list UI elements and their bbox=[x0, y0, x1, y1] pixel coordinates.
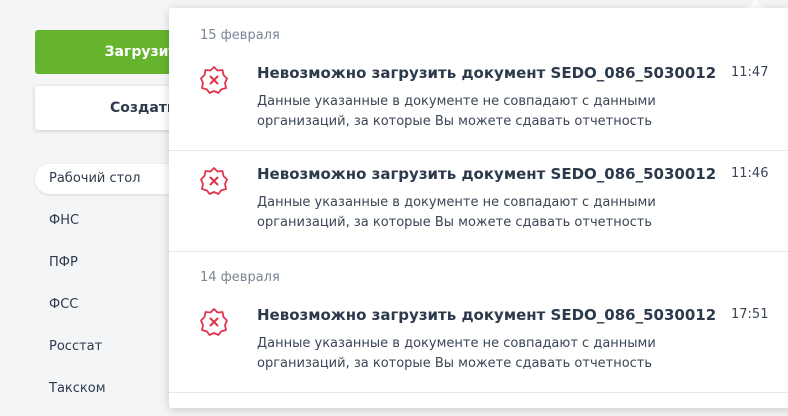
notification-description: Данные указанные в документе не совпадаю… bbox=[257, 94, 656, 129]
error-icon bbox=[200, 308, 228, 336]
date-header: 14 февраля bbox=[200, 270, 280, 285]
notification-title: Невозможно загрузить документ SEDO_086_5… bbox=[257, 306, 717, 324]
notification-description: Данные указанные в документе не совпадаю… bbox=[257, 336, 656, 371]
notification-description: Данные указанные в документе не совпадаю… bbox=[257, 195, 656, 230]
error-icon bbox=[200, 167, 228, 195]
notification-item[interactable]: Невозможно загрузить документ SEDO_086_5… bbox=[169, 50, 788, 151]
notification-title: Невозможно загрузить документ SEDO_086_5… bbox=[257, 165, 717, 183]
notification-title: Невозможно загрузить документ SEDO_086_5… bbox=[257, 64, 717, 82]
notification-time: 17:51 bbox=[731, 307, 769, 322]
notification-item[interactable] bbox=[169, 393, 788, 408]
notification-time: 11:46 bbox=[731, 166, 769, 181]
notifications-popup: 15 февраля Невозможно загрузить документ… bbox=[169, 8, 788, 408]
error-icon bbox=[200, 66, 228, 94]
notification-time: 11:47 bbox=[731, 65, 769, 80]
date-header: 15 февраля bbox=[200, 28, 280, 43]
notification-item[interactable]: Невозможно загрузить документ SEDO_086_5… bbox=[169, 151, 788, 252]
notification-item[interactable]: Невозможно загрузить документ SEDO_086_5… bbox=[169, 292, 788, 393]
